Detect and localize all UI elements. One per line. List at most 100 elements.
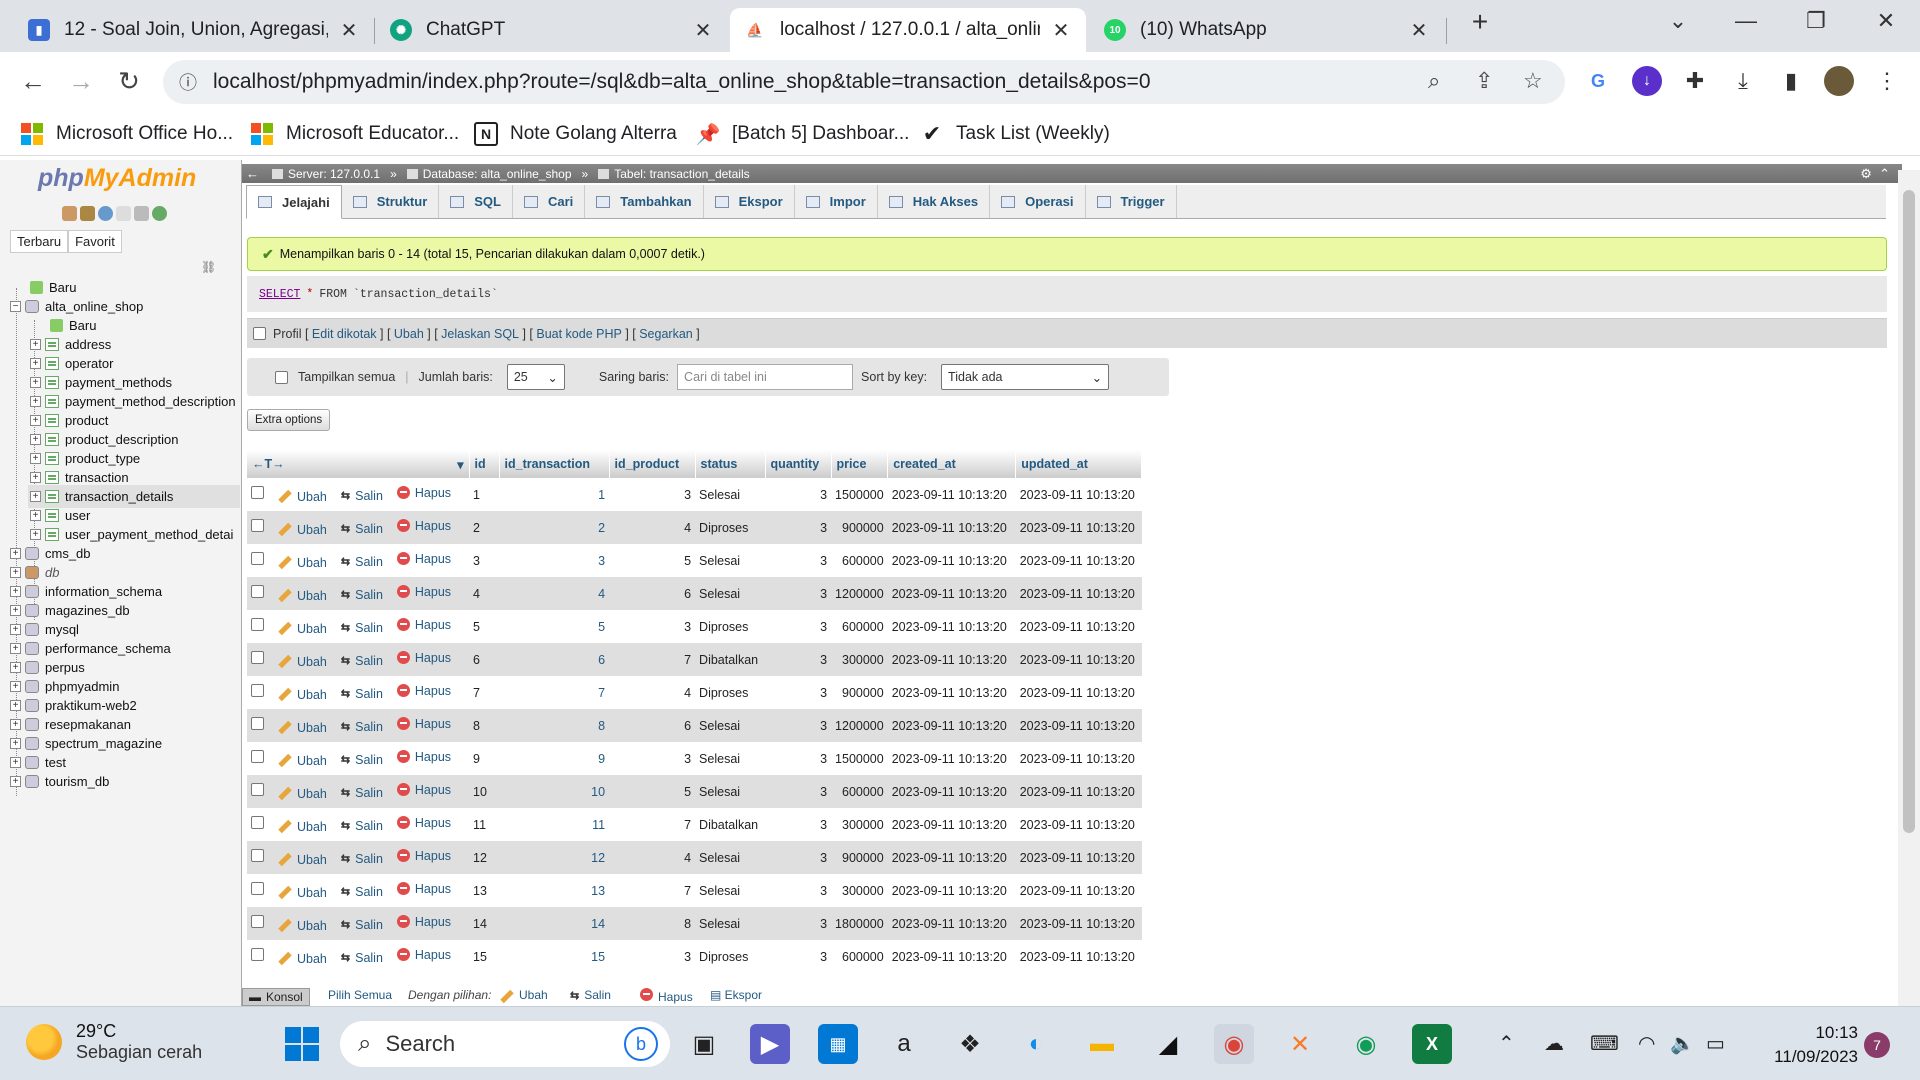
- xampp-icon[interactable]: ✕: [1280, 1024, 1320, 1064]
- cell-id-transaction[interactable]: 6: [499, 643, 610, 676]
- explain-sql-link[interactable]: Jelaskan SQL: [441, 327, 519, 341]
- bookmark-office[interactable]: Microsoft Office Ho...: [20, 122, 233, 146]
- copy-row-link[interactable]: ⇆ Salin: [341, 918, 383, 932]
- show-all-checkbox[interactable]: [275, 370, 288, 384]
- delete-row-link[interactable]: Hapus: [396, 618, 451, 632]
- row-checkbox[interactable]: [251, 882, 264, 895]
- chrome-profile-icon[interactable]: ◉: [1346, 1024, 1386, 1064]
- column-header-quantity[interactable]: quantity: [765, 450, 832, 478]
- bookmark-notion[interactable]: N Note Golang Alterra: [474, 122, 677, 146]
- cell-id-transaction[interactable]: 10: [499, 775, 610, 808]
- excel-icon[interactable]: X: [1412, 1024, 1452, 1064]
- delete-row-link[interactable]: Hapus: [396, 750, 451, 764]
- close-tab-icon[interactable]: ✕: [1050, 18, 1072, 43]
- home-icon[interactable]: [62, 206, 77, 221]
- row-checkbox[interactable]: [251, 519, 264, 532]
- column-header-id[interactable]: id: [469, 450, 500, 478]
- table-row[interactable]: Ubah ⇆ Salin Hapus 15 15 3 Diproses 3 600000 2023-…: [247, 940, 1142, 973]
- table-row[interactable]: Ubah ⇆ Salin Hapus 7 7 4 Diproses 3 900000 2023-09…: [247, 676, 1142, 709]
- delete-row-link[interactable]: Hapus: [396, 816, 451, 830]
- cell-id-transaction[interactable]: 5: [499, 610, 610, 643]
- info-icon[interactable]: ⓘ: [179, 69, 197, 95]
- restore-button[interactable]: ❐: [1796, 8, 1836, 34]
- edit-row-link[interactable]: Ubah: [278, 721, 327, 735]
- breadcrumb-server[interactable]: Server: 127.0.0.1: [272, 167, 380, 181]
- microsoft-store-icon[interactable]: ▦: [818, 1024, 858, 1064]
- close-tab-icon[interactable]: ✕: [338, 18, 360, 43]
- cell-id-transaction[interactable]: 3: [499, 544, 610, 577]
- gear-icon[interactable]: ⚙ ⌃: [1860, 166, 1890, 182]
- row-checkbox[interactable]: [251, 750, 264, 763]
- address-bar[interactable]: ⓘ localhost/phpmyadmin/index.php?route=/…: [163, 60, 1565, 104]
- edge-icon[interactable]: ◐: [1016, 1024, 1056, 1064]
- row-checkbox[interactable]: [251, 948, 264, 961]
- column-header-price[interactable]: price: [831, 450, 889, 478]
- breadcrumb-database[interactable]: Database: alta_online_shop: [406, 167, 572, 181]
- table-row[interactable]: Ubah ⇆ Salin Hapus 10 10 5 Selesai 3 600000 2023-0…: [247, 775, 1142, 808]
- extensions-icon[interactable]: ✚: [1680, 66, 1710, 96]
- browser-tab-whatsapp[interactable]: 10 (10) WhatsApp ✕: [1090, 8, 1444, 52]
- copy-row-link[interactable]: ⇆ Salin: [341, 951, 383, 965]
- table-row[interactable]: Ubah ⇆ Salin Hapus 14 14 8 Selesai 3 1800000 2023-…: [247, 907, 1142, 940]
- column-header-created-at[interactable]: created_at: [887, 450, 1017, 478]
- chrome-icon[interactable]: ◉: [1214, 1024, 1254, 1064]
- tab-search-icon[interactable]: ⌄: [1658, 8, 1698, 34]
- page-scrollbar[interactable]: [1898, 170, 1920, 1006]
- phpmyadmin-logo[interactable]: phpMyAdmin: [38, 164, 196, 193]
- delete-row-link[interactable]: Hapus: [396, 849, 451, 863]
- tray-expand-icon[interactable]: ⌃: [1498, 1031, 1515, 1056]
- help-icon[interactable]: [98, 206, 113, 221]
- copy-row-link[interactable]: ⇆ Salin: [341, 621, 383, 635]
- close-tab-icon[interactable]: ✕: [692, 18, 714, 43]
- edit-row-link[interactable]: Ubah: [278, 556, 327, 570]
- edit-row-link[interactable]: Ubah: [278, 523, 327, 537]
- tab-insert[interactable]: Tambahkan: [585, 185, 704, 218]
- browser-tab-chatgpt[interactable]: ✺ ChatGPT ✕: [376, 8, 728, 52]
- copy-row-link[interactable]: ⇆ Salin: [341, 852, 383, 866]
- file-explorer-icon[interactable]: ▬: [1082, 1024, 1122, 1064]
- cell-id-transaction[interactable]: 13: [499, 874, 610, 907]
- row-checkbox[interactable]: [251, 849, 264, 862]
- select-all-link[interactable]: Pilih Semua: [328, 988, 392, 1002]
- cell-id-transaction[interactable]: 4: [499, 577, 610, 610]
- delete-row-link[interactable]: Hapus: [396, 585, 451, 599]
- delete-row-link[interactable]: Hapus: [396, 948, 451, 962]
- close-window-button[interactable]: ✕: [1866, 8, 1906, 34]
- copy-row-link[interactable]: ⇆ Salin: [341, 687, 383, 701]
- back-arrow-icon[interactable]: ←: [16, 66, 50, 97]
- cell-id-transaction[interactable]: 2: [499, 511, 610, 544]
- cell-id-transaction[interactable]: 8: [499, 709, 610, 742]
- edit-row-link[interactable]: Ubah: [278, 886, 327, 900]
- column-header-id-product[interactable]: id_product: [609, 450, 696, 478]
- volume-icon[interactable]: 🔈: [1670, 1031, 1695, 1056]
- table-row[interactable]: Ubah ⇆ Salin Hapus 2 2 4 Diproses 3 900000 2023-09…: [247, 511, 1142, 544]
- side-panel-icon[interactable]: ▮: [1776, 66, 1806, 96]
- bulk-export-link[interactable]: ▤ Ekspor: [710, 988, 762, 1002]
- bookmark-tasklist[interactable]: ✔ Task List (Weekly): [920, 121, 1110, 146]
- delete-row-link[interactable]: Hapus: [396, 552, 451, 566]
- profiling-checkbox[interactable]: [253, 327, 266, 340]
- copy-row-link[interactable]: ⇆ Salin: [341, 720, 383, 734]
- delete-row-link[interactable]: Hapus: [396, 519, 451, 533]
- edit-row-link[interactable]: Ubah: [278, 952, 327, 966]
- tab-sql[interactable]: SQL: [439, 185, 513, 218]
- keyboard-icon[interactable]: ⌨: [1590, 1031, 1619, 1056]
- tab-import[interactable]: Impor: [795, 185, 878, 218]
- copy-row-link[interactable]: ⇆ Salin: [341, 588, 383, 602]
- delete-row-link[interactable]: Hapus: [396, 882, 451, 896]
- downloads-icon[interactable]: ⤓: [1728, 66, 1758, 96]
- logout-icon[interactable]: [80, 206, 95, 221]
- battery-icon[interactable]: ▭: [1706, 1031, 1725, 1056]
- tab-privileges[interactable]: Hak Akses: [878, 185, 991, 218]
- delete-row-link[interactable]: Hapus: [396, 486, 451, 500]
- tab-browse[interactable]: Jelajahi: [246, 185, 342, 219]
- edit-row-link[interactable]: Ubah: [278, 688, 327, 702]
- table-row[interactable]: Ubah ⇆ Salin Hapus 9 9 3 Selesai 3 1500000 2023-09…: [247, 742, 1142, 775]
- bulk-delete-link[interactable]: Hapus: [640, 988, 693, 1004]
- dropbox-icon[interactable]: ❖: [950, 1024, 990, 1064]
- bookmark-star-icon[interactable]: ☆: [1523, 68, 1543, 94]
- row-checkbox[interactable]: [251, 651, 264, 664]
- collapse-nav-arrow-icon[interactable]: ←: [246, 166, 259, 181]
- bookmark-educator[interactable]: Microsoft Educator...: [250, 122, 459, 146]
- task-view-icon[interactable]: ▣: [684, 1024, 724, 1064]
